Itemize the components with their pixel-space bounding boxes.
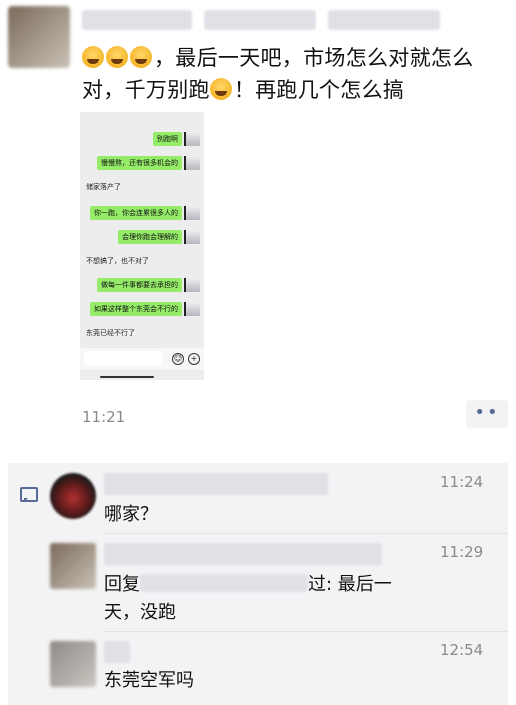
crying-laughing-emoji-icon	[209, 78, 232, 100]
chat-screenshot-image[interactable]: 别跑啊 慢慢熬，还有很多机会的 储家落产了 你一跑，你会连累很多人的 会理你跑会…	[80, 112, 204, 380]
post-text-tail: ！再跑几个怎么搞	[233, 78, 405, 102]
commenter-name-blurred[interactable]	[104, 543, 382, 565]
commenter-avatar[interactable]	[50, 641, 96, 687]
chat-bubble: 东莞已经不行了	[86, 329, 135, 337]
author-name-blurred-2	[204, 10, 316, 30]
comment-time: 12:54	[440, 641, 484, 659]
crying-laughing-emoji-icon	[106, 46, 128, 68]
comment-divider	[103, 533, 508, 534]
plus-icon: +	[188, 353, 200, 365]
reply-text: 过: 最后一	[308, 574, 392, 595]
chat-bubble: 别跑啊	[153, 132, 182, 146]
chat-bubble: 慢慢熬，还有很多机会的	[97, 156, 182, 170]
chat-avatar	[184, 302, 200, 316]
post-time: 11:21	[82, 408, 126, 426]
chat-bubble: 你一跑，你会连累很多人的	[90, 206, 182, 220]
chat-bubble: 会理你跑会理解的	[118, 230, 182, 244]
comment-time: 11:24	[440, 473, 484, 491]
comment-icon	[20, 487, 38, 502]
reply-target-blurred	[140, 574, 308, 592]
author-avatar[interactable]	[8, 6, 70, 68]
commenter-name-blurred[interactable]	[104, 473, 328, 495]
chat-input-bar: ☺ +	[80, 348, 204, 370]
reply-prefix: 回复	[104, 574, 140, 595]
emoji-icon: ☺	[172, 353, 184, 365]
chat-bubble: 如果这样整个东莞会不行的	[90, 302, 182, 316]
home-indicator	[100, 376, 154, 378]
crying-laughing-emoji-icon	[130, 46, 152, 68]
comment-time: 11:29	[440, 543, 484, 561]
chat-avatar	[184, 132, 200, 146]
chat-input-field	[84, 351, 162, 366]
post-text: ，最后一天吧，市场怎么对就怎么对，千万别跑 ！再跑几个怎么搞	[82, 42, 512, 106]
commenter-name-blurred[interactable]	[104, 641, 130, 663]
chat-avatar	[184, 156, 200, 170]
comment-text[interactable]: 回复 过: 最后一 天，没跑	[104, 571, 494, 627]
author-name-blurred[interactable]	[82, 10, 192, 30]
chat-avatar	[184, 278, 200, 292]
comment-text[interactable]: 东莞空军吗	[104, 667, 194, 695]
chat-avatar	[184, 206, 200, 220]
commenter-avatar[interactable]	[50, 543, 96, 589]
chat-avatar	[184, 230, 200, 244]
chat-bubble: 做每一件事都要去承担的	[97, 278, 182, 292]
commenter-avatar[interactable]	[50, 473, 96, 519]
more-options-button[interactable]: ••	[466, 400, 508, 428]
comment-text[interactable]: 哪家？	[104, 501, 158, 529]
chat-bubble: 不想搞了，也不对了	[86, 257, 149, 265]
reply-text-line-2: 天，没跑	[104, 602, 176, 623]
chat-bubble: 储家落产了	[86, 183, 121, 191]
crying-laughing-emoji-icon	[82, 46, 104, 68]
comment-divider	[103, 631, 508, 632]
comments-panel: 11:24 哪家？ 11:29 回复 过: 最后一 天，没跑 12:54 东莞空军…	[8, 463, 508, 705]
author-name-blurred-3	[328, 10, 440, 30]
